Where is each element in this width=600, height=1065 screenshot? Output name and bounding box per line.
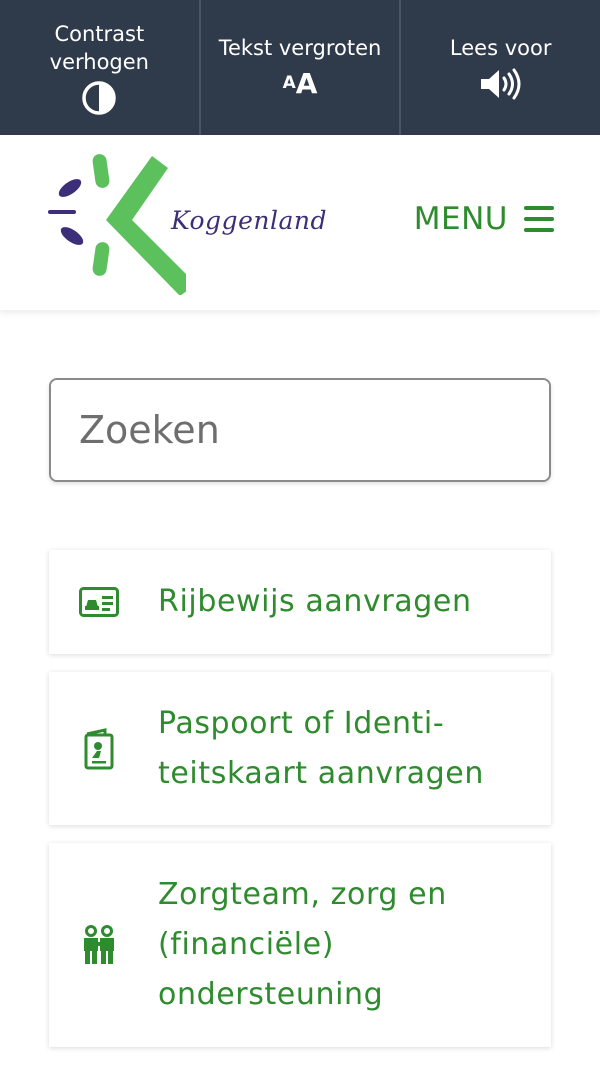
contrast-icon [82, 80, 117, 116]
site-header: Koggenland MENU [0, 135, 600, 310]
koggenland-logo-mark [48, 154, 196, 296]
text-size-big-glyph: A [295, 66, 318, 100]
speaker-icon [479, 66, 523, 102]
search-box [49, 378, 551, 482]
task-label: Rijbewijs aanvragen [158, 584, 472, 619]
contrast-label: Contrast verhogen [49, 21, 149, 74]
koggenland-logo[interactable]: Koggenland [46, 150, 346, 296]
task-label: Paspoort of Identi- teitskaart aanvragen [158, 705, 484, 791]
menu-label: MENU [413, 201, 508, 237]
menu-button[interactable]: MENU [414, 201, 554, 237]
drivers-license-icon [79, 582, 119, 622]
read-aloud-button[interactable]: Lees voor [401, 0, 600, 135]
read-aloud-label: Lees voor [449, 35, 552, 60]
text-size-label: Tekst vergroten [218, 35, 382, 60]
task-card-zorgteam[interactable]: Zorgteam, zorg en (financiële) ondersteu… [49, 843, 551, 1047]
contrast-button[interactable]: Contrast verhogen [0, 0, 201, 135]
text-size-icon: AA [283, 66, 318, 102]
task-card-paspoort[interactable]: Paspoort of Identi- teitskaart aanvragen [49, 672, 551, 825]
task-card-rijbewijs[interactable]: Rijbewijs aanvragen [49, 550, 551, 654]
hamburger-icon [524, 206, 554, 232]
passport-icon [79, 727, 119, 769]
search-input[interactable] [51, 380, 549, 480]
task-label: Zorgteam, zorg en (financiële) ondersteu… [158, 877, 447, 1012]
accessibility-toolbar: Contrast verhogen Tekst vergroten AA Lee… [0, 0, 600, 135]
logo-text: Koggenland [171, 206, 327, 235]
text-size-small-glyph: A [282, 73, 296, 93]
care-people-icon [79, 925, 119, 965]
text-size-button[interactable]: Tekst vergroten AA [201, 0, 402, 135]
